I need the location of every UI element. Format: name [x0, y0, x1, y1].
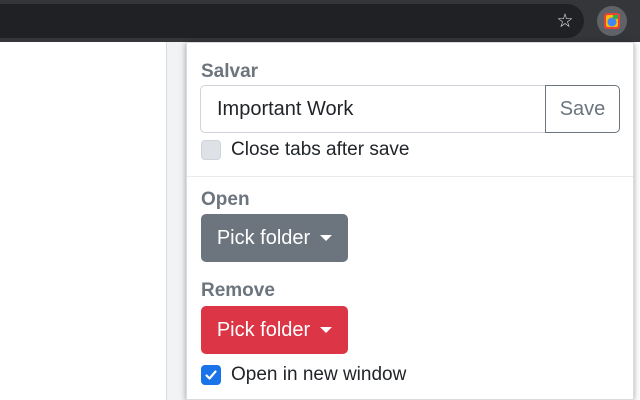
close-tabs-option[interactable]: Close tabs after save [201, 139, 409, 161]
open-pick-folder-button[interactable]: Pick folder [201, 214, 348, 262]
extension-logo-icon[interactable] [597, 6, 627, 36]
extension-popup: Salvar Save Close tabs after save Open P… [186, 42, 634, 400]
new-window-checkbox[interactable] [201, 365, 221, 385]
session-name-input[interactable] [200, 85, 545, 133]
open-pick-folder-label: Pick folder [216, 226, 311, 249]
save-section-title: Salvar [201, 61, 259, 82]
remove-pick-folder-label: Pick folder [216, 318, 311, 341]
close-tabs-checkbox[interactable] [201, 140, 221, 160]
new-window-option[interactable]: Open in new window [201, 364, 406, 386]
close-tabs-label: Close tabs after save [231, 139, 410, 160]
remove-section-title: Remove [201, 280, 275, 301]
browser-toolbar: ☆ [0, 0, 640, 42]
page-side-panel [166, 42, 188, 400]
checkmark-icon [205, 370, 217, 380]
address-bar[interactable] [0, 4, 584, 38]
caret-down-icon [320, 235, 333, 241]
new-window-label: Open in new window [231, 364, 407, 385]
star-outline-icon[interactable]: ☆ [552, 7, 578, 35]
save-input-group: Save [200, 85, 620, 133]
section-divider [187, 176, 633, 177]
save-button[interactable]: Save [545, 85, 620, 133]
remove-pick-folder-button[interactable]: Pick folder [201, 306, 348, 354]
open-section-title: Open [201, 189, 250, 210]
caret-down-icon [320, 327, 333, 333]
